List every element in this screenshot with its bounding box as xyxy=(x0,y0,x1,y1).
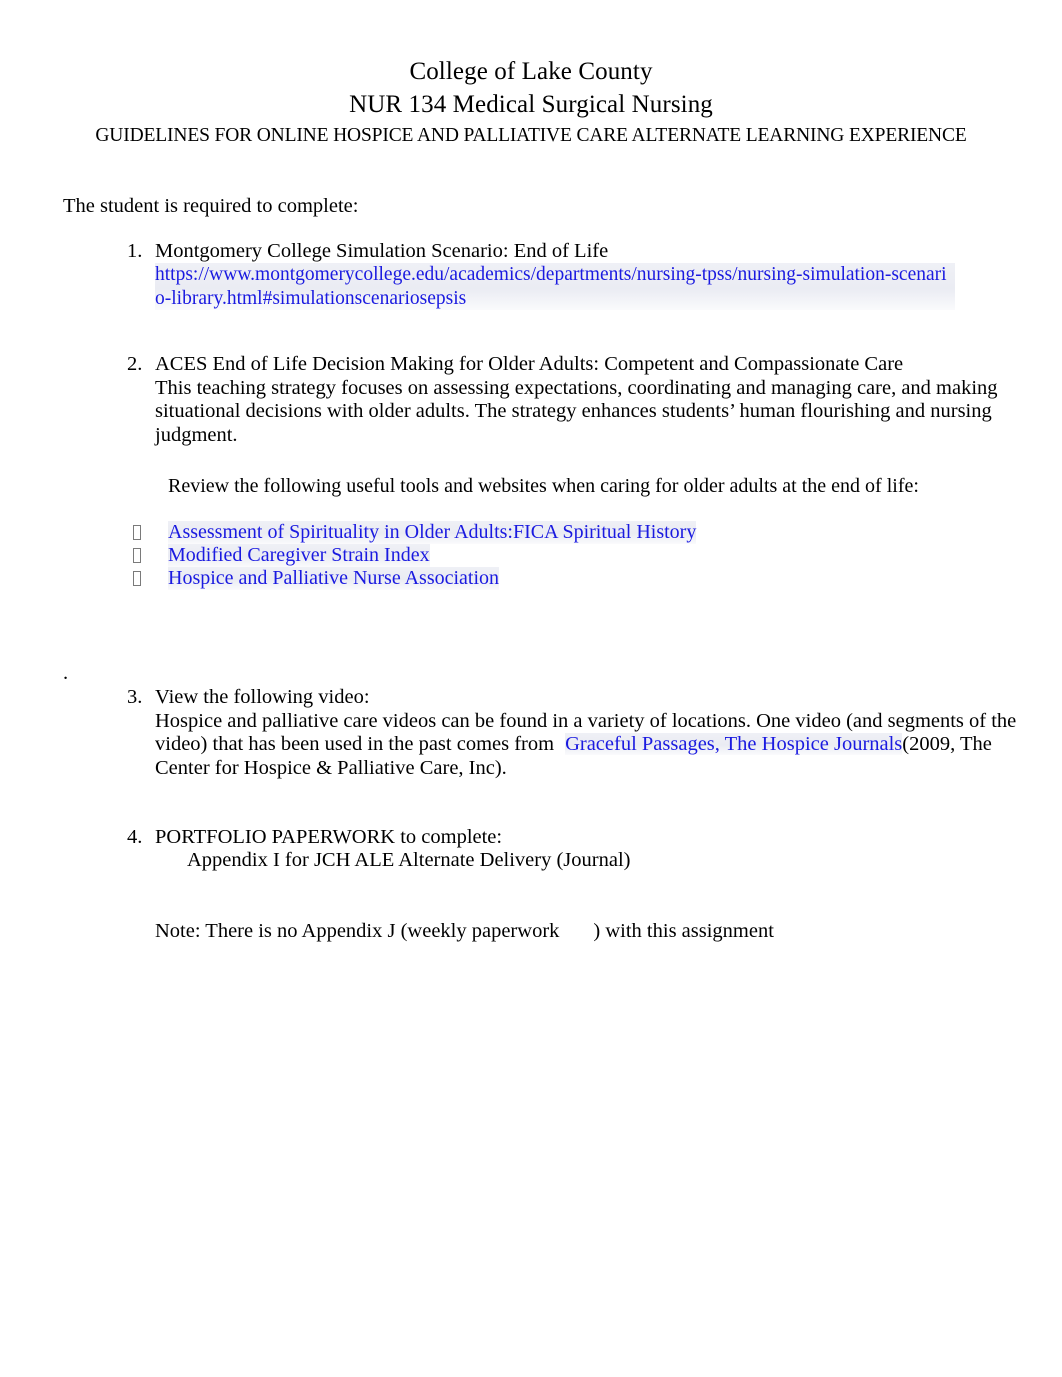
note-text-before: Note: There is no Appendix J (weekly pap… xyxy=(155,920,560,942)
document-page: College of Lake County NUR 134 Medical S… xyxy=(0,0,1062,1377)
missing-glyph-bullet-icon xyxy=(133,521,168,544)
list-item-1-body: Montgomery College Simulation Scenario: … xyxy=(155,240,1007,310)
resource-link-list: Assessment of Spirituality in Older Adul… xyxy=(133,521,933,590)
note-text-after: ) with this assignment xyxy=(593,920,774,942)
list-item-3: 3. View the following video: Hospice and… xyxy=(127,686,1027,780)
link-hospice-palliative-nurse-association[interactable]: Hospice and Palliative Nurse Association xyxy=(168,567,500,590)
list-item-4: 4. PORTFOLIO PAPERWORK to complete: Appe… xyxy=(127,826,1007,872)
list-item-2-heading: ACES End of Life Decision Making for Old… xyxy=(155,353,904,375)
review-tools-line: Review the following useful tools and we… xyxy=(168,475,919,497)
link-graceful-passages-hospice-journals[interactable]: Graceful Passages, The Hospice Journals xyxy=(565,733,903,756)
list-item-3-number: 3. xyxy=(127,686,143,708)
list-item-1-heading: Montgomery College Simulation Scenario: … xyxy=(155,240,609,262)
stray-period-artifact: . xyxy=(63,662,69,684)
list-item-2-number: 2. xyxy=(127,353,143,375)
link-fica-spiritual-history[interactable]: Assessment of Spirituality in Older Adul… xyxy=(168,521,697,544)
list-item: Modified Caregiver Strain Index xyxy=(133,544,933,567)
missing-glyph-bullet-icon xyxy=(133,544,168,567)
document-header: College of Lake County NUR 134 Medical S… xyxy=(0,0,1062,150)
list-item-4-number: 4. xyxy=(127,826,143,848)
institution-title: College of Lake County xyxy=(409,58,653,85)
list-item-1-number: 1. xyxy=(127,240,143,262)
list-item-2-body: ACES End of Life Decision Making for Old… xyxy=(155,353,1007,447)
document-subtitle: GUIDELINES FOR ONLINE HOSPICE AND PALLIA… xyxy=(95,125,967,146)
list-item-2-paragraph: This teaching strategy focuses on assess… xyxy=(155,376,998,446)
note-line: Note: There is no Appendix J (weekly pap… xyxy=(155,918,774,944)
intro-text: The student is required to complete: xyxy=(63,195,359,217)
missing-glyph-bullet-icon xyxy=(133,567,168,590)
list-item-4-body: PORTFOLIO PAPERWORK to complete: Appendi… xyxy=(155,826,1007,872)
list-item-3-body: View the following video: Hospice and pa… xyxy=(155,686,1027,780)
link-modified-caregiver-strain-index[interactable]: Modified Caregiver Strain Index xyxy=(168,544,430,567)
appendix-reference: Appendix I for JCH ALE Alternate Deliver… xyxy=(187,849,631,871)
list-item: Assessment of Spirituality in Older Adul… xyxy=(133,521,933,544)
course-title: NUR 134 Medical Surgical Nursing xyxy=(349,91,713,118)
list-item-3-heading: View the following video: xyxy=(155,686,370,708)
montgomery-college-url-link[interactable]: https://www.montgomerycollege.edu/academ… xyxy=(155,263,955,310)
list-item: Hospice and Palliative Nurse Association xyxy=(133,567,933,590)
list-item-1: 1. Montgomery College Simulation Scenari… xyxy=(127,240,1007,310)
list-item-2: 2. ACES End of Life Decision Making for … xyxy=(127,353,1007,447)
list-item-4-heading: PORTFOLIO PAPERWORK to complete: xyxy=(155,826,503,848)
